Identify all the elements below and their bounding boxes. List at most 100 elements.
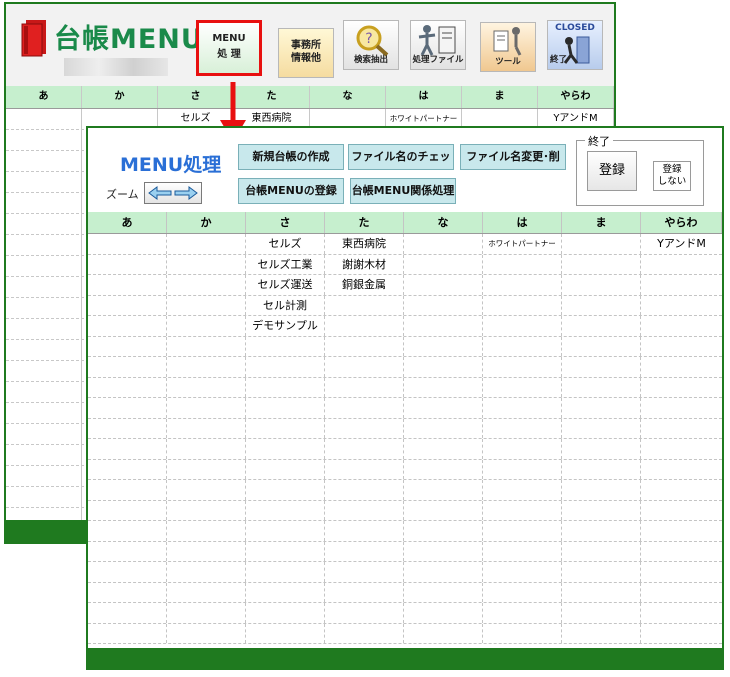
front-grid-cell[interactable]	[404, 275, 483, 295]
front-grid-cell[interactable]	[88, 623, 167, 643]
front-grid-cell[interactable]	[325, 562, 404, 582]
front-grid-cell[interactable]	[404, 418, 483, 438]
front-grid-cell[interactable]	[641, 439, 722, 459]
front-grid-cell[interactable]: セルズ工業	[246, 254, 325, 274]
menu-process-button[interactable]: MENU 処 理	[196, 20, 262, 76]
search-extract-button[interactable]: ? 検索抽出	[343, 20, 399, 70]
front-grid-cell[interactable]	[562, 582, 641, 602]
front-grid-cell[interactable]	[483, 357, 562, 377]
front-grid-cell[interactable]	[641, 583, 722, 603]
front-grid-cell[interactable]	[88, 521, 167, 541]
front-grid-cell[interactable]	[246, 439, 325, 459]
front-grid-cell[interactable]	[562, 418, 641, 438]
front-grid-cell[interactable]	[167, 603, 246, 623]
front-grid-cell[interactable]	[325, 603, 404, 623]
file-name-check-button[interactable]: ファイル名のチェッ	[348, 144, 454, 170]
no-register-button[interactable]: 登録 しない	[653, 161, 691, 191]
front-grid-cell[interactable]	[88, 603, 167, 623]
front-grid-cell[interactable]: 銅銀金属	[325, 275, 404, 295]
front-grid-cell[interactable]	[641, 337, 722, 357]
front-grid-cell[interactable]	[562, 275, 641, 295]
front-grid-cell[interactable]	[167, 562, 246, 582]
front-grid-cell[interactable]	[246, 603, 325, 623]
back-grid-cell[interactable]	[6, 214, 82, 234]
register-button[interactable]: 登録	[587, 151, 637, 191]
front-grid-cell[interactable]	[167, 295, 246, 315]
back-grid-cell[interactable]	[6, 193, 82, 213]
front-grid-cell[interactable]	[404, 336, 483, 356]
front-grid-cell[interactable]	[325, 377, 404, 397]
front-grid-cell[interactable]	[483, 398, 562, 418]
front-grid-cell[interactable]	[562, 603, 641, 623]
front-grid-cell[interactable]	[88, 500, 167, 520]
front-grid-cell[interactable]	[88, 377, 167, 397]
front-grid-cell[interactable]	[404, 234, 483, 254]
front-grid-cell[interactable]	[404, 623, 483, 643]
front-grid-cell[interactable]	[246, 500, 325, 520]
front-grid-cell[interactable]	[167, 439, 246, 459]
back-grid-cell[interactable]	[6, 277, 82, 297]
front-grid-cell[interactable]	[88, 541, 167, 561]
front-grid-cell[interactable]	[483, 275, 562, 295]
front-grid-cell[interactable]	[325, 459, 404, 479]
process-file-button[interactable]: 処理ファイル	[410, 20, 466, 70]
front-grid-cell[interactable]	[88, 316, 167, 336]
front-grid-cell[interactable]	[404, 500, 483, 520]
front-grid-cell[interactable]	[404, 316, 483, 336]
front-grid-cell[interactable]	[641, 419, 722, 439]
front-grid-cell[interactable]	[167, 418, 246, 438]
front-grid-cell[interactable]	[167, 357, 246, 377]
office-info-button[interactable]: 事務所 情報他	[278, 28, 334, 78]
front-grid-cell[interactable]	[483, 500, 562, 520]
front-grid-cell[interactable]	[88, 254, 167, 274]
front-grid-cell[interactable]	[562, 480, 641, 500]
front-grid-cell[interactable]	[167, 336, 246, 356]
front-grid-cell[interactable]	[483, 562, 562, 582]
front-grid-cell[interactable]	[88, 439, 167, 459]
front-grid-cell[interactable]	[562, 316, 641, 336]
front-grid-cell[interactable]	[404, 521, 483, 541]
front-grid-cell[interactable]	[325, 336, 404, 356]
front-grid-cell[interactable]	[246, 357, 325, 377]
front-grid-cell[interactable]	[246, 623, 325, 643]
front-grid-cell[interactable]	[562, 254, 641, 274]
front-grid-cell[interactable]	[562, 459, 641, 479]
front-grid-cell[interactable]	[325, 398, 404, 418]
front-grid-cell[interactable]	[404, 480, 483, 500]
front-grid-cell[interactable]	[641, 378, 722, 398]
front-grid-cell[interactable]	[641, 398, 722, 418]
front-grid-cell[interactable]	[641, 562, 722, 582]
front-grid-cell[interactable]	[483, 316, 562, 336]
back-grid-cell[interactable]	[6, 466, 82, 486]
new-ledger-button[interactable]: 新規台帳の作成	[238, 144, 344, 170]
front-grid-cell[interactable]	[641, 255, 722, 275]
back-grid-cell[interactable]	[6, 424, 82, 444]
front-grid-cell[interactable]: 東西病院	[325, 234, 404, 254]
front-grid-cell[interactable]	[404, 439, 483, 459]
front-grid-cell[interactable]	[167, 398, 246, 418]
closed-exit-button[interactable]: CLOSED 終了	[547, 20, 603, 70]
back-grid-cell[interactable]	[6, 340, 82, 360]
register-ledger-menu-button[interactable]: 台帳MENUの登録	[238, 178, 344, 204]
front-grid-cell[interactable]	[562, 295, 641, 315]
front-grid-cell[interactable]	[325, 500, 404, 520]
front-grid-cell[interactable]	[88, 275, 167, 295]
front-grid-cell[interactable]	[167, 541, 246, 561]
back-grid-cell[interactable]	[6, 361, 82, 381]
front-grid-cell[interactable]	[483, 336, 562, 356]
front-grid-cell[interactable]	[167, 521, 246, 541]
back-grid-cell[interactable]	[6, 235, 82, 255]
front-grid-cell[interactable]	[483, 459, 562, 479]
file-rename-delete-button[interactable]: ファイル名変更･削	[460, 144, 566, 170]
front-grid-cell[interactable]	[246, 459, 325, 479]
front-grid-cell[interactable]	[246, 541, 325, 561]
front-grid-cell[interactable]	[325, 521, 404, 541]
front-grid-cell[interactable]	[404, 541, 483, 561]
front-grid-cell[interactable]	[562, 541, 641, 561]
front-grid-cell[interactable]: セルズ運送	[246, 275, 325, 295]
front-grid-cell[interactable]	[246, 582, 325, 602]
front-grid-cell[interactable]	[88, 234, 167, 254]
front-grid-cell[interactable]	[325, 439, 404, 459]
front-grid-cell[interactable]	[325, 316, 404, 336]
back-grid-cell[interactable]	[6, 130, 82, 150]
